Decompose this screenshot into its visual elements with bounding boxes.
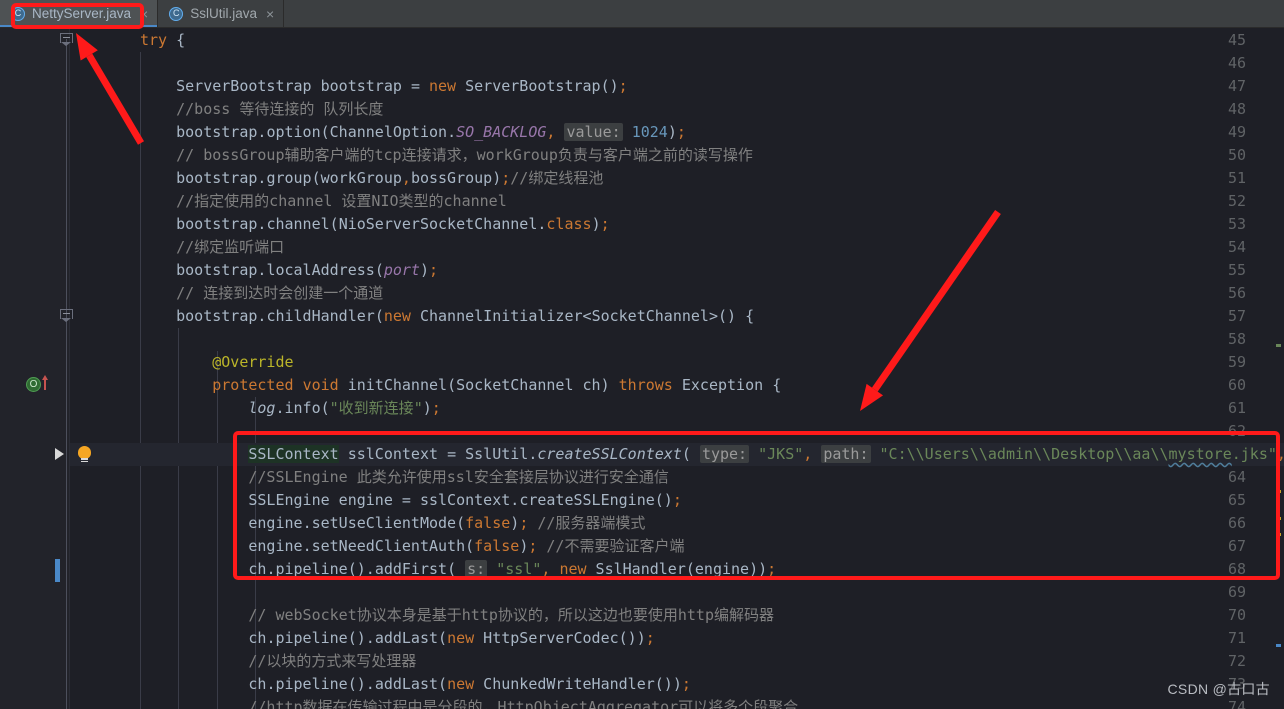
- code-line[interactable]: bootstrap.option(ChannelOption.SO_BACKLO…: [70, 121, 1284, 144]
- tab-label: SslUtil.java: [190, 6, 258, 21]
- tab-sslutil-java[interactable]: C SslUtil.java ×: [158, 0, 285, 27]
- code-line[interactable]: bootstrap.channel(NioServerSocketChannel…: [70, 213, 1284, 236]
- code-line[interactable]: [70, 420, 1284, 443]
- run-arrow-icon[interactable]: [55, 448, 64, 460]
- fold-region-line: [66, 39, 67, 709]
- close-icon[interactable]: ×: [140, 7, 148, 21]
- code-line[interactable]: ch.pipeline().addFirst( s: "ssl", new Ss…: [70, 558, 1284, 581]
- code-line[interactable]: //绑定监听端口: [70, 236, 1284, 259]
- stripe-marker[interactable]: [1276, 490, 1281, 493]
- stripe-marker[interactable]: [1276, 644, 1281, 647]
- csdn-watermark: CSDN @古口古: [1167, 681, 1270, 697]
- code-line[interactable]: log.info("收到新连接");: [70, 397, 1284, 420]
- code-line[interactable]: [70, 328, 1284, 351]
- close-icon[interactable]: ×: [266, 7, 274, 21]
- override-method-icon[interactable]: O: [26, 377, 41, 392]
- code-line[interactable]: ServerBootstrap bootstrap = new ServerBo…: [70, 75, 1284, 98]
- intention-bulb-icon[interactable]: [78, 446, 91, 462]
- code-line[interactable]: ch.pipeline().addLast(new HttpServerCode…: [70, 627, 1284, 650]
- code-line[interactable]: engine.setUseClientMode(false); //服务器端模式: [70, 512, 1284, 535]
- code-line[interactable]: // webSocket协议本身是基于http协议的，所以这边也要使用http编…: [70, 604, 1284, 627]
- code-line[interactable]: // bossGroup辅助客户端的tcp连接请求，workGroup负责与客户…: [70, 144, 1284, 167]
- code-line[interactable]: @Override: [70, 351, 1284, 374]
- code-line[interactable]: bootstrap.childHandler(new ChannelInitia…: [70, 305, 1284, 328]
- tab-label: NettyServer.java: [32, 6, 132, 21]
- vcs-change-marker[interactable]: [55, 559, 60, 582]
- stripe-marker[interactable]: [1276, 517, 1281, 520]
- code-line[interactable]: bootstrap.group(workGroup,bossGroup);//绑…: [70, 167, 1284, 190]
- code-content[interactable]: try { ServerBootstrap bootstrap = new Se…: [70, 28, 1284, 709]
- code-line[interactable]: protected void initChannel(SocketChannel…: [70, 374, 1284, 397]
- error-stripe-scrollbar[interactable]: [1272, 28, 1284, 709]
- code-line[interactable]: //boss 等待连接的 队列长度: [70, 98, 1284, 121]
- editor-tab-bar: C NettyServer.java × C SslUtil.java ×: [0, 0, 1284, 28]
- code-line[interactable]: bootstrap.localAddress(port);: [70, 259, 1284, 282]
- code-line[interactable]: [70, 581, 1284, 604]
- ide-editor-window: C NettyServer.java × C SslUtil.java × 45…: [0, 0, 1284, 709]
- code-line[interactable]: //SSLEngine 此类允许使用ssl安全套接层协议进行安全通信: [70, 466, 1284, 489]
- code-editor[interactable]: 4546474849505152535455565758596061626364…: [0, 28, 1284, 709]
- code-line[interactable]: // 连接到达时会创建一个通道: [70, 282, 1284, 305]
- code-line[interactable]: //以块的方式来写处理器: [70, 650, 1284, 673]
- code-line[interactable]: //http数据在传输过程中是分段的，HttpObjectAggregator可…: [70, 696, 1284, 709]
- code-line[interactable]: try {: [70, 29, 1284, 52]
- code-line[interactable]: SSLContext sslContext = SslUtil.createSS…: [70, 443, 1284, 466]
- java-class-icon: C: [169, 6, 184, 21]
- editor-gutter[interactable]: [0, 28, 70, 709]
- stripe-marker[interactable]: [1276, 533, 1281, 536]
- stripe-marker[interactable]: [1276, 344, 1281, 347]
- tab-nettyserver-java[interactable]: C NettyServer.java ×: [0, 0, 159, 27]
- code-line[interactable]: engine.setNeedClientAuth(false); //不需要验证…: [70, 535, 1284, 558]
- code-line[interactable]: //指定使用的channel 设置NIO类型的channel: [70, 190, 1284, 213]
- code-line[interactable]: ch.pipeline().addLast(new ChunkedWriteHa…: [70, 673, 1284, 696]
- code-line[interactable]: SSLEngine engine = sslContext.createSSLE…: [70, 489, 1284, 512]
- code-line[interactable]: [70, 52, 1284, 75]
- java-class-icon: C: [11, 6, 25, 21]
